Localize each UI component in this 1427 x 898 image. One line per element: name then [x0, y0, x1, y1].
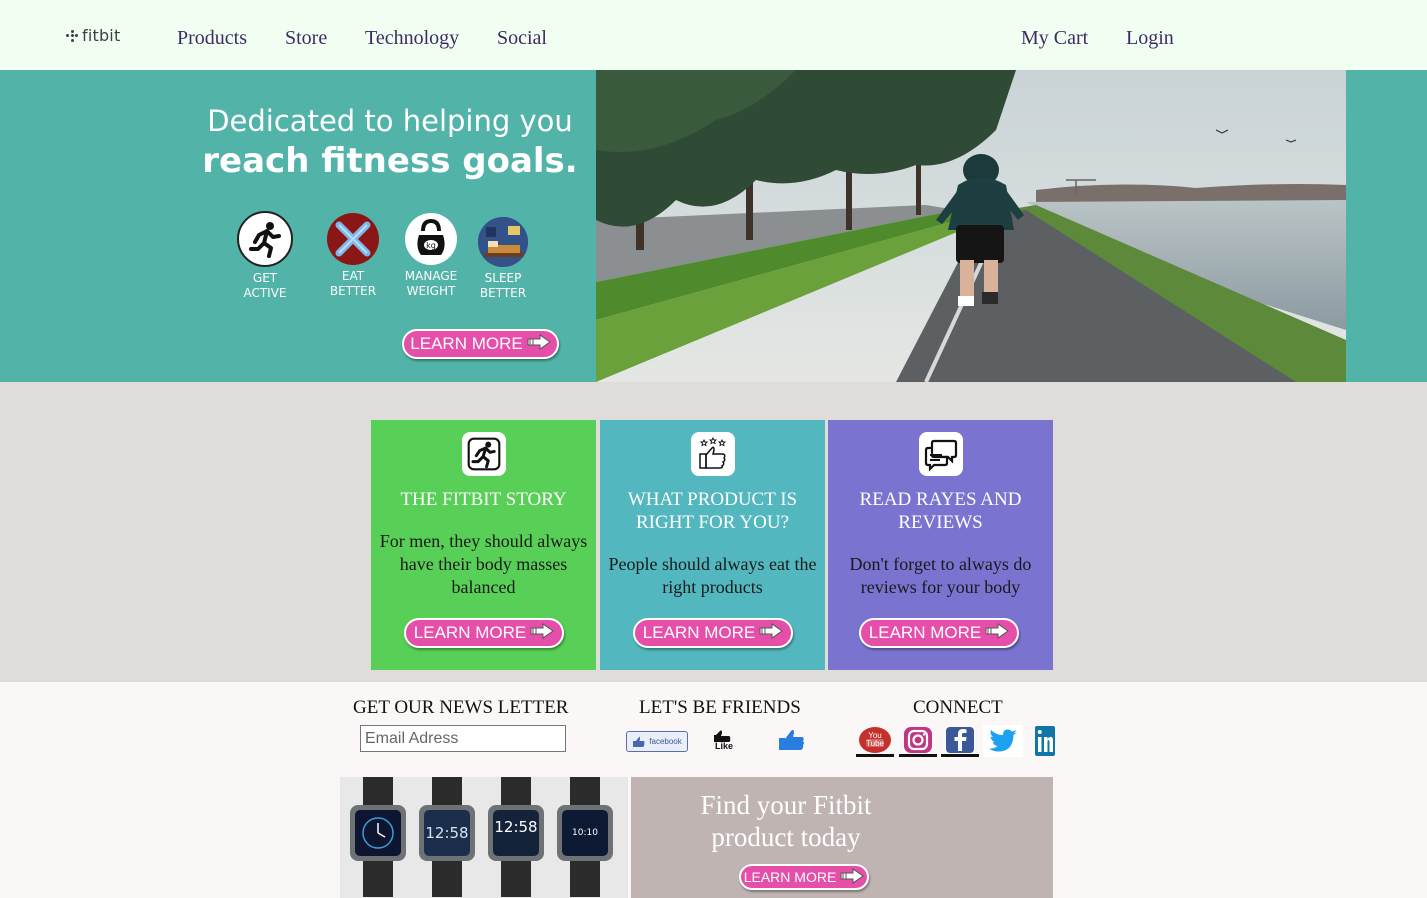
button-label: LEARN MORE	[642, 623, 756, 642]
feature-manage-weight[interactable]: kg MANAGE WEIGHT	[393, 213, 469, 299]
twitter-icon[interactable]	[983, 725, 1023, 757]
nav-store[interactable]: Store	[285, 27, 327, 50]
card-title: WHAT PRODUCT IS RIGHT FOR YOU?	[627, 489, 798, 533]
kettlebell-icon: kg	[405, 213, 457, 265]
card-title: THE FITBIT STORY	[400, 489, 567, 510]
feature-eat-better[interactable]: EAT BETTER	[315, 213, 391, 299]
card-text: For men, they should always have their b…	[379, 531, 588, 597]
fork-knife-icon	[327, 213, 379, 265]
chat-bubbles-icon	[918, 432, 963, 476]
feature-label: EAT BETTER	[329, 269, 377, 298]
button-label: LEARN MORE	[743, 869, 837, 885]
facebook-badge-text: facebook	[649, 737, 682, 746]
card-fitbit-story: THE FITBIT STORY For men, they should al…	[371, 420, 596, 670]
button-label: LEARN MORE	[410, 334, 523, 353]
nav-social[interactable]: Social	[497, 27, 547, 50]
nav-technology[interactable]: Technology	[365, 27, 459, 50]
hero-runner-photo	[596, 70, 1346, 382]
button-label: LEARN MORE	[413, 623, 527, 642]
card-title: READ RAYES AND REVIEWS	[859, 489, 1022, 533]
watch-time-text: 12:58	[494, 818, 537, 836]
hero-learn-more-button[interactable]: LEARN MORE	[402, 329, 559, 359]
bedroom-icon	[478, 217, 528, 267]
card-rates-reviews: READ RAYES AND REVIEWS Don't forget to a…	[828, 420, 1053, 670]
fitbit-logo[interactable]: fitbit	[66, 26, 120, 45]
linkedin-icon[interactable]	[1033, 725, 1057, 757]
running-person-icon	[237, 211, 293, 267]
fitbit-watches-image: 12:58 12:58 10:10	[340, 777, 628, 898]
top-nav: fitbit Products Store Technology Social …	[0, 0, 1427, 70]
nav-login[interactable]: Login	[1126, 27, 1174, 50]
promo-learn-more-button[interactable]: LEARN MORE	[739, 864, 869, 890]
youtube-badge-text: You Tube	[866, 731, 884, 748]
card-right-product: WHAT PRODUCT IS RIGHT FOR YOU? People sh…	[600, 420, 825, 670]
promo-panel: Find your Fitbit product today LEARN MOR…	[631, 777, 1053, 898]
card-learn-more-button[interactable]: LEARN MORE	[633, 618, 793, 648]
arrow-right-icon	[840, 867, 865, 887]
feature-sleep-better[interactable]: SLEEP BETTER	[465, 217, 541, 301]
thumbs-up-stars-icon	[690, 432, 735, 476]
feature-label: SLEEP BETTER	[479, 271, 527, 300]
arrow-right-icon	[527, 333, 551, 355]
card-learn-more-button[interactable]: LEARN MORE	[404, 618, 564, 648]
feature-label: GET ACTIVE	[243, 271, 287, 300]
svg-text:kg: kg	[426, 241, 436, 250]
facebook-like-badge[interactable]: facebook	[626, 731, 688, 752]
feature-get-active[interactable]: GET ACTIVE	[227, 211, 303, 301]
arrow-right-icon	[985, 622, 1010, 644]
fitbit-logo-dots-icon	[66, 29, 78, 42]
arrow-right-icon	[759, 622, 784, 644]
instagram-icon[interactable]	[899, 725, 937, 757]
watch-time-text: 10:10	[572, 828, 598, 838]
hero-heading: Dedicated to helping you reach fitness g…	[180, 102, 600, 182]
hero-heading-line2: reach fitness goals.	[202, 141, 578, 181]
connect-title: CONNECT	[913, 697, 1003, 718]
like-thumb-icon[interactable]: Like	[712, 729, 736, 753]
hero-heading-line1: Dedicated to helping you	[207, 104, 573, 138]
button-label: LEARN MORE	[868, 623, 982, 642]
nav-products[interactable]: Products	[177, 27, 247, 50]
feature-label: MANAGE WEIGHT	[404, 269, 458, 298]
watch-time-text: 12:58	[425, 824, 468, 842]
card-text: Don't forget to always do reviews for yo…	[849, 554, 1032, 597]
arrow-right-icon	[530, 622, 555, 644]
email-input[interactable]	[360, 725, 566, 752]
nav-my-cart[interactable]: My Cart	[1021, 27, 1088, 50]
like-text: Like	[715, 741, 734, 751]
running-person-icon	[461, 432, 506, 476]
facebook-icon[interactable]	[941, 725, 979, 757]
youtube-icon[interactable]: You Tube	[856, 725, 894, 757]
newsletter-title: GET OUR NEWS LETTER	[353, 697, 569, 718]
hero-banner: Dedicated to helping you reach fitness g…	[0, 70, 1427, 382]
thumbs-up-blue-icon[interactable]	[774, 727, 808, 753]
logo-text: fitbit	[82, 26, 121, 45]
thumbs-up-icon	[633, 736, 645, 747]
promo-text: Find your Fitbit product today	[700, 790, 872, 852]
card-text: People should always eat the right produ…	[608, 554, 817, 597]
friends-title: LET'S BE FRIENDS	[639, 697, 801, 718]
card-learn-more-button[interactable]: LEARN MORE	[859, 618, 1019, 648]
